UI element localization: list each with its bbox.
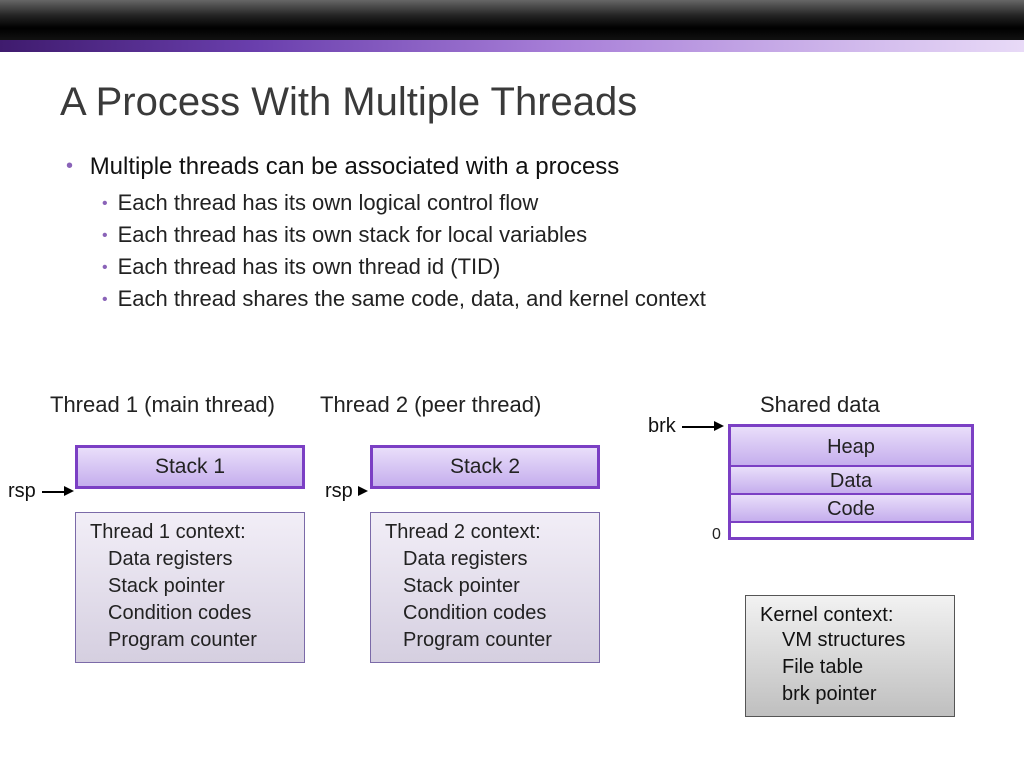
slide-content: A Process With Multiple Threads Multiple… (0, 52, 1024, 315)
empty-segment (731, 523, 971, 537)
context2-title: Thread 2 context: (385, 521, 585, 544)
bullet-main-text: Multiple threads can be associated with … (90, 153, 620, 180)
sub-bullet-list: Each thread has its own logical control … (66, 187, 964, 315)
arrow-icon (682, 426, 714, 428)
code-segment: Code (731, 495, 971, 523)
stack1-box: Stack 1 (75, 445, 305, 489)
arrowhead-icon (64, 486, 74, 496)
slide-title: A Process With Multiple Threads (60, 80, 964, 125)
arrowhead-icon (358, 486, 368, 496)
sub-bullet: Each thread shares the same code, data, … (102, 283, 964, 315)
data-segment: Data (731, 467, 971, 495)
thread1-context-box: Thread 1 context: Data registers Stack p… (75, 512, 305, 663)
top-bar (0, 0, 1024, 40)
thread1-title: Thread 1 (main thread) (50, 392, 275, 418)
context2-item: Condition codes (385, 600, 585, 627)
zero-label: 0 (712, 526, 721, 544)
sub-bullet: Each thread has its own thread id (TID) (102, 251, 964, 283)
sub-bullet: Each thread has its own stack for local … (102, 219, 964, 251)
context1-title: Thread 1 context: (90, 521, 290, 544)
context2-item: Program counter (385, 627, 585, 654)
sub-bullet: Each thread has its own logical control … (102, 187, 964, 219)
rsp-label-2: rsp (325, 480, 353, 503)
context2-item: Stack pointer (385, 573, 585, 600)
arrowhead-icon (714, 421, 724, 431)
shared-title: Shared data (760, 392, 880, 418)
shared-memory-box: Heap Data Code (728, 424, 974, 540)
kernel-title: Kernel context: (760, 604, 940, 627)
context1-item: Condition codes (90, 600, 290, 627)
context1-item: Stack pointer (90, 573, 290, 600)
context1-item: Program counter (90, 627, 290, 654)
brk-label: brk (648, 415, 676, 438)
arrow-icon (42, 491, 64, 493)
rsp-label-1: rsp (8, 480, 36, 503)
heap-segment: Heap (731, 427, 971, 467)
kernel-item: VM structures (760, 627, 940, 654)
context2-item: Data registers (385, 546, 585, 573)
kernel-context-box: Kernel context: VM structures File table… (745, 595, 955, 717)
bullet-list: Multiple threads can be associated with … (60, 153, 964, 315)
diagram: Thread 1 (main thread) Thread 2 (peer th… (0, 380, 1024, 760)
context1-item: Data registers (90, 546, 290, 573)
stack2-box: Stack 2 (370, 445, 600, 489)
thread2-context-box: Thread 2 context: Data registers Stack p… (370, 512, 600, 663)
kernel-item: File table (760, 654, 940, 681)
accent-bar (0, 40, 1024, 52)
bullet-main: Multiple threads can be associated with … (66, 153, 964, 315)
kernel-item: brk pointer (760, 681, 940, 708)
thread2-title: Thread 2 (peer thread) (320, 392, 541, 418)
